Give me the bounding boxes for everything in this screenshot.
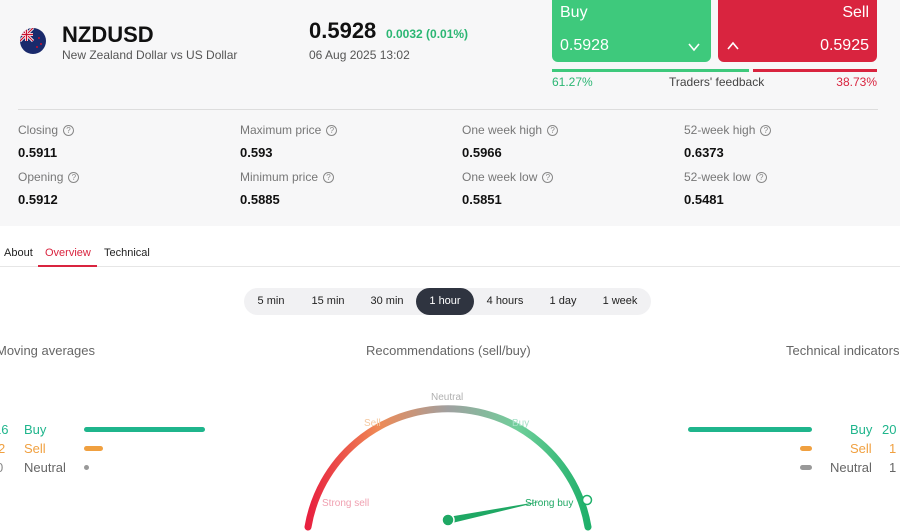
help-icon[interactable]: ?: [542, 171, 554, 183]
sell-button[interactable]: Sell 0.5925: [718, 0, 877, 62]
stat-one-week-high: One week high? 0.5966: [462, 123, 662, 160]
help-icon[interactable]: ?: [760, 124, 772, 136]
ti-neutral-label: Neutral: [830, 460, 872, 475]
ma-neutral-bar: [84, 465, 89, 470]
stat-one-week-low: One week low? 0.5851: [462, 170, 662, 207]
instrument-symbol: NZDUSD: [62, 22, 154, 47]
header-divider: [18, 109, 878, 110]
price-datetime: 06 Aug 2025 13:02: [309, 48, 410, 62]
stat-label: One week low: [462, 170, 538, 184]
technical-indicators-title: Technical indicators: [786, 343, 900, 358]
timeframe-15-min[interactable]: 15 min: [300, 288, 356, 315]
stat-value: 0.6373: [684, 145, 724, 160]
buy-button[interactable]: Buy 0.5928: [552, 0, 711, 62]
section-tabs: About Overview Technical: [0, 241, 900, 267]
ti-neutral-count: 1: [889, 460, 897, 475]
stat-label: Closing: [18, 123, 59, 137]
ti-buy-label: Buy: [850, 422, 873, 437]
nzd-flag-icon: [20, 28, 46, 54]
ma-buy-bar: [84, 427, 205, 432]
buy-price: 0.5928: [560, 37, 609, 54]
help-icon[interactable]: ?: [547, 124, 559, 136]
stat-maximum-price: Maximum price? 0.593: [240, 123, 440, 160]
ma-neutral-count: 0: [0, 460, 3, 475]
help-icon[interactable]: ?: [323, 171, 335, 183]
stat-label: Opening: [18, 170, 64, 184]
current-price: 0.5928: [309, 18, 377, 43]
stat-52-week-low: 52-week low? 0.5481: [684, 170, 884, 207]
instrument-name: New Zealand Dollar vs US Dollar: [62, 48, 238, 62]
gauge-needle-pivot: [441, 513, 455, 527]
ti-buy-bar: [688, 427, 812, 432]
stat-value: 0.593: [240, 145, 273, 160]
stat-value: 0.5851: [462, 192, 502, 207]
ma-buy-label: Buy: [24, 422, 47, 437]
timeframe-selector: 5 min 15 min 30 min 1 hour 4 hours 1 day…: [244, 288, 651, 315]
tab-overview[interactable]: Overview: [45, 247, 91, 259]
help-icon[interactable]: ?: [63, 124, 75, 136]
feedback-buy-bar: [552, 69, 749, 72]
tab-technical[interactable]: Technical: [104, 247, 150, 259]
gauge-label-neutral: Neutral: [431, 392, 463, 403]
active-tab-indicator: [38, 265, 97, 267]
feedback-sell-percent: 38.73%: [836, 75, 877, 89]
stat-label: One week high: [462, 123, 543, 137]
help-icon[interactable]: ?: [326, 124, 338, 136]
tab-about[interactable]: About: [4, 247, 33, 259]
timeframe-5-min[interactable]: 5 min: [246, 288, 296, 315]
ti-sell-label: Sell: [850, 441, 872, 456]
ma-neutral-label: Neutral: [24, 460, 66, 475]
buy-label: Buy: [560, 4, 588, 21]
chevron-down-icon: [688, 43, 700, 52]
feedback-sell-bar: [753, 69, 877, 72]
ti-sell-count: 1: [889, 441, 897, 456]
ti-buy-count: 20: [882, 422, 897, 437]
stat-value: 0.5911: [18, 145, 58, 160]
gauge-arc: [304, 405, 592, 531]
ti-sell-bar: [800, 446, 812, 451]
timeframe-4-hours[interactable]: 4 hours: [478, 288, 532, 315]
timeframe-1-day[interactable]: 1 day: [536, 288, 590, 315]
instrument-header: NZDUSD New Zealand Dollar vs US Dollar 0…: [0, 0, 900, 226]
moving-averages-title: Moving averages: [0, 343, 95, 358]
stat-minimum-price: Minimum price? 0.5885: [240, 170, 440, 207]
ma-sell-bar: [84, 446, 103, 451]
help-icon[interactable]: ?: [755, 171, 767, 183]
stat-value: 0.5912: [18, 192, 58, 207]
recommendations-title: Recommendations (sell/buy): [366, 343, 531, 358]
sell-price: 0.5925: [820, 37, 869, 54]
gauge-end-marker: [581, 494, 593, 506]
stat-opening: Opening? 0.5912: [18, 170, 218, 207]
gauge-label-strong-sell: Strong sell: [322, 498, 369, 509]
stat-label: Maximum price: [240, 123, 322, 137]
timeframe-30-min[interactable]: 30 min: [358, 288, 416, 315]
ma-sell-count: 2: [0, 441, 6, 456]
ma-buy-count: 16: [0, 422, 9, 437]
stat-52-week-high: 52-week high? 0.6373: [684, 123, 884, 160]
stat-label: 52-week low: [684, 170, 751, 184]
timeframe-1-hour[interactable]: 1 hour: [416, 288, 474, 315]
recommendation-gauge: Strong sell Sell Neutral Buy Strong buy: [304, 392, 593, 531]
ma-sell-label: Sell: [24, 441, 46, 456]
help-icon[interactable]: ?: [68, 171, 80, 183]
sell-label: Sell: [842, 4, 869, 21]
stat-closing: Closing? 0.5911: [18, 123, 218, 160]
stat-value: 0.5481: [684, 192, 724, 207]
timeframe-1-week[interactable]: 1 week: [592, 288, 648, 315]
feedback-label: Traders' feedback: [669, 75, 765, 89]
stat-value: 0.5885: [240, 192, 280, 207]
stat-label: 52-week high: [684, 123, 756, 137]
stat-label: Minimum price: [240, 170, 319, 184]
ti-neutral-bar: [800, 465, 812, 470]
gauge-label-sell: Sell: [364, 418, 381, 429]
price-change: 0.0032 (0.01%): [386, 27, 469, 41]
gauge-label-buy: Buy: [512, 418, 529, 429]
feedback-buy-percent: 61.27%: [552, 75, 593, 89]
chevron-up-icon: [727, 41, 739, 50]
stat-value: 0.5966: [462, 145, 502, 160]
